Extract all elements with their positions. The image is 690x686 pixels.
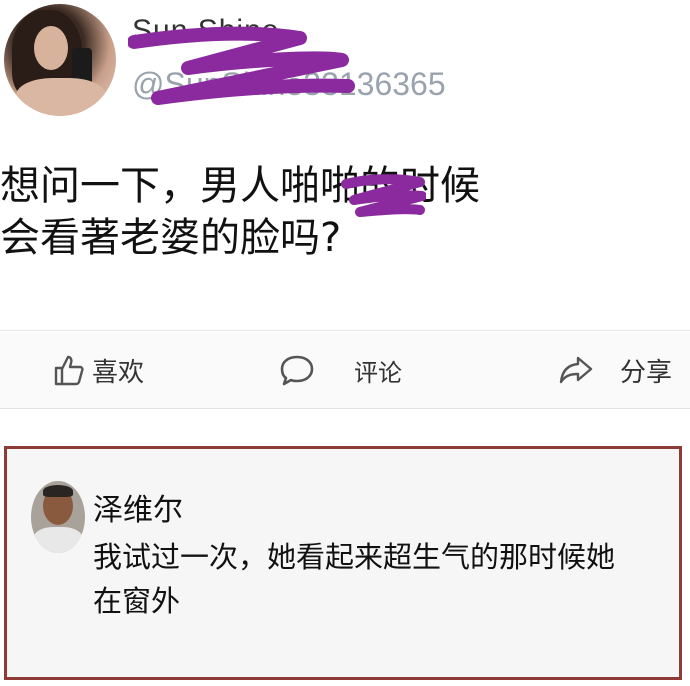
comment-label: 评论: [354, 358, 402, 387]
share-button[interactable]: 分享: [558, 332, 672, 408]
post-text-line: 会看著老婆的脸吗?: [0, 215, 342, 261]
comment-button[interactable]: 评论: [278, 332, 402, 408]
censor-scribble: [341, 174, 426, 217]
comment-bubble-icon: [280, 355, 314, 386]
comment-card: 泽维尔 我试过一次，她看起来超生气的那时候她在窗外: [4, 446, 682, 680]
thumbs-up-icon: [54, 355, 84, 386]
comment-text: 我试过一次，她看起来超生气的那时候她在窗外: [93, 540, 616, 618]
divider: [0, 330, 690, 331]
commenter-name[interactable]: 泽维尔: [93, 485, 183, 529]
share-label: 分享: [620, 357, 673, 388]
like-button[interactable]: 喜欢: [52, 332, 144, 408]
action-bar: 喜欢 评论 分享: [0, 332, 690, 408]
commenter-avatar[interactable]: [31, 481, 85, 553]
share-arrow-icon: [559, 356, 593, 384]
author-avatar[interactable]: [4, 4, 116, 116]
divider: [0, 408, 690, 409]
like-label: 喜欢: [92, 357, 145, 388]
redaction-scribble: [128, 26, 355, 105]
post-header: Sun Shine @SunShine33136365: [0, 0, 690, 130]
